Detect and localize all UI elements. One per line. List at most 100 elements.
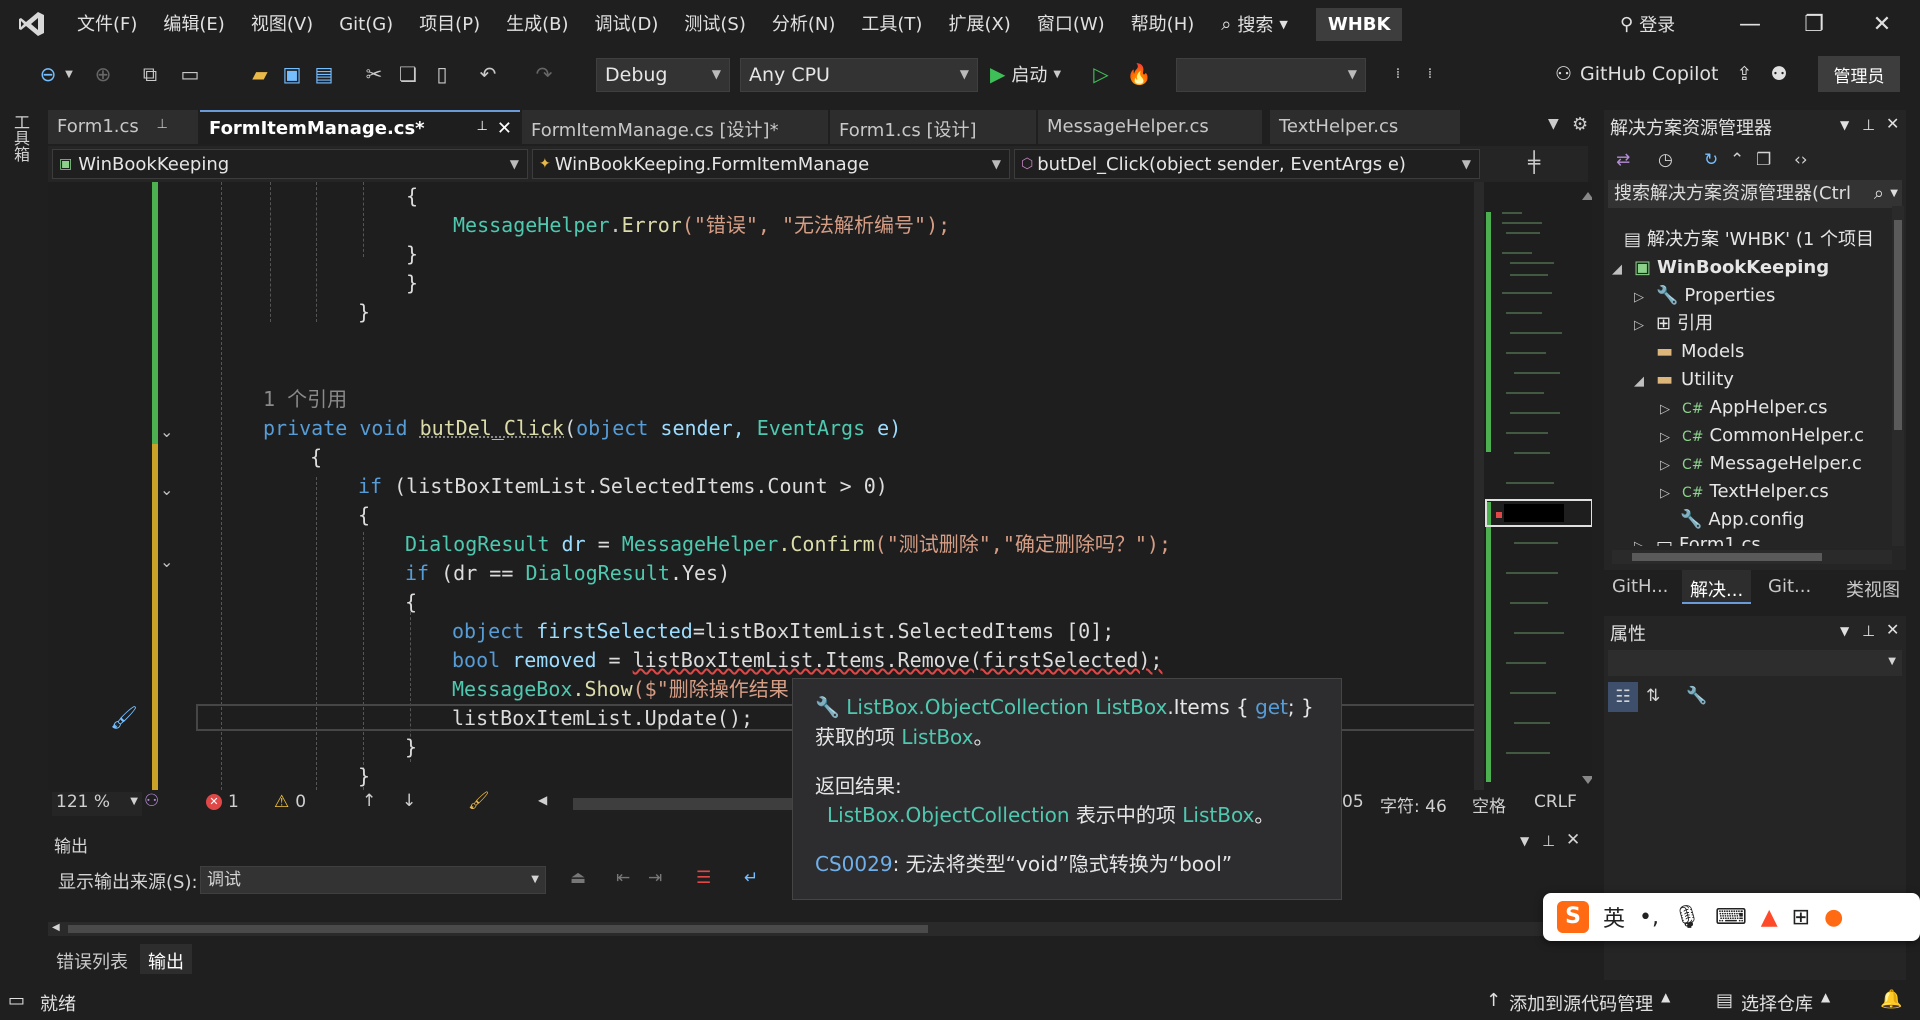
- panel-menu-icon[interactable]: ▼: [1840, 624, 1849, 638]
- back-dropdown-icon[interactable]: ▼: [62, 58, 76, 90]
- prev-message-icon[interactable]: ⇤: [616, 868, 630, 888]
- login-button[interactable]: ⚲ 登录: [1620, 0, 1675, 48]
- close-panel-icon[interactable]: ✕: [1886, 620, 1899, 639]
- categorized-icon[interactable]: ☷: [1608, 682, 1638, 712]
- error-code-link[interactable]: CS0029: [815, 852, 893, 876]
- hot-reload-icon[interactable]: 🔥: [1124, 58, 1154, 90]
- back-icon[interactable]: ⊖: [34, 58, 62, 90]
- output-horizontal-scrollbar[interactable]: ◀: [48, 922, 1592, 936]
- collapse-all-icon[interactable]: ⌃: [1730, 150, 1744, 170]
- copilot-status-icon[interactable]: ⚇: [144, 791, 159, 811]
- close-panel-icon[interactable]: ✕: [1886, 114, 1899, 133]
- tab-texthelper-cs[interactable]: TextHelper.cs: [1270, 110, 1460, 144]
- add-item-icon[interactable]: ▭: [176, 58, 204, 90]
- line-ending-indicator[interactable]: CRLF: [1534, 792, 1577, 812]
- panel-menu-icon[interactable]: ▼: [1520, 834, 1529, 848]
- menu-extensions[interactable]: 扩展(X): [935, 0, 1023, 48]
- tree-item-utility[interactable]: ◢ ▬ Utility: [1634, 366, 1734, 394]
- history-icon[interactable]: ◷: [1658, 150, 1673, 170]
- member-dropdown[interactable]: ⬡ butDel_Click(object sender, EventArgs …: [1014, 149, 1480, 179]
- minimize-button[interactable]: —: [1726, 0, 1774, 48]
- target-select[interactable]: ▼: [1176, 58, 1366, 92]
- pin-icon[interactable]: ⊥: [157, 117, 168, 132]
- toolbox-tab[interactable]: 工具箱: [11, 114, 30, 162]
- word-wrap-icon[interactable]: ↵: [744, 868, 758, 888]
- punctuation-icon[interactable]: •,: [1639, 905, 1659, 930]
- configuration-select[interactable]: Debug ▼: [596, 58, 730, 92]
- add-to-source-control-button[interactable]: ↑ 添加到源代码管理 ▲: [1486, 990, 1670, 1016]
- menu-file[interactable]: 文件(F): [64, 0, 150, 48]
- tab-github-copilot-chat[interactable]: GitH...: [1604, 570, 1676, 604]
- tree-item-project[interactable]: ◢ ▣ WinBookKeeping: [1612, 254, 1829, 282]
- tree-item-commonhelper[interactable]: ▷ C# CommonHelper.c: [1660, 422, 1864, 450]
- open-folder-icon[interactable]: ▰: [246, 58, 274, 90]
- quick-action-brush-icon[interactable]: 🖌: [110, 706, 138, 731]
- menu-git[interactable]: Git(G): [326, 0, 406, 48]
- settings-gear-icon[interactable]: ⚙: [1572, 114, 1588, 135]
- step-into-icon[interactable]: ⁞: [1388, 58, 1408, 90]
- error-count[interactable]: ✕ 1: [206, 792, 239, 812]
- close-window-button[interactable]: ✕: [1858, 0, 1906, 48]
- menu-window[interactable]: 窗口(W): [1024, 0, 1118, 48]
- menu-help[interactable]: 帮助(H): [1118, 0, 1208, 48]
- tab-solution-explorer[interactable]: 解决...: [1682, 570, 1752, 604]
- tab-form1-design[interactable]: Form1.cs [设计]: [830, 110, 1036, 144]
- tab-form1-cs[interactable]: Form1.cs ⊥: [48, 110, 198, 144]
- restore-button[interactable]: ❐: [1790, 0, 1838, 48]
- cut-icon[interactable]: ✂: [360, 58, 388, 90]
- solution-vertical-scrollbar[interactable]: [1892, 206, 1904, 546]
- redo-icon[interactable]: ↷: [530, 58, 558, 90]
- pin-icon[interactable]: ⊥: [1542, 832, 1555, 850]
- properties-object-select[interactable]: ▼: [1608, 650, 1902, 676]
- reference-count-codelens[interactable]: 1 个引用: [263, 385, 347, 414]
- tab-formitemmanage-cs[interactable]: FormItemManage.cs* ⊥ ✕: [200, 110, 520, 144]
- close-panel-icon[interactable]: ✕: [1566, 830, 1580, 850]
- skin-icon[interactable]: ▲: [1761, 905, 1778, 930]
- tab-error-list[interactable]: 错误列表: [56, 948, 128, 974]
- mascot-icon[interactable]: ●: [1824, 905, 1843, 930]
- tree-item-solution[interactable]: ▤ 解决方案 'WHBK' (1 个项目: [1624, 226, 1874, 254]
- fold-chevron-icon[interactable]: ⌄: [160, 480, 173, 499]
- tree-item-texthelper[interactable]: ▷ C# TextHelper.cs: [1660, 478, 1829, 506]
- tree-item-references[interactable]: ▷ ⊞ 引用: [1634, 310, 1713, 338]
- close-tab-icon[interactable]: ✕: [497, 118, 512, 139]
- step-over-icon[interactable]: ⁞: [1420, 58, 1440, 90]
- menu-analyze[interactable]: 分析(N): [759, 0, 849, 48]
- panel-menu-icon[interactable]: ▼: [1840, 118, 1849, 132]
- menu-tools[interactable]: 工具(T): [848, 0, 935, 48]
- menu-test[interactable]: 测试(S): [671, 0, 758, 48]
- warning-count[interactable]: ⚠ 0: [274, 792, 306, 812]
- project-dropdown[interactable]: ▣ WinBookKeeping ▼: [52, 149, 528, 179]
- notifications-bell-icon[interactable]: 🔔: [1880, 989, 1902, 1010]
- menu-edit[interactable]: 编辑(E): [150, 0, 237, 48]
- code-view-icon[interactable]: ‹›: [1794, 150, 1808, 170]
- zoom-select[interactable]: 121 % ▼: [52, 792, 142, 816]
- toolbox-grid-icon[interactable]: ⊞: [1792, 905, 1810, 930]
- fold-chevron-icon[interactable]: ⌄: [160, 422, 173, 441]
- save-all-icon[interactable]: ▤: [310, 58, 338, 90]
- fold-chevron-icon[interactable]: ⌄: [160, 552, 173, 571]
- clear-all-icon[interactable]: ☰: [696, 868, 711, 888]
- start-without-debug-icon[interactable]: ▷: [1088, 58, 1114, 90]
- code-minimap[interactable]: [1484, 182, 1594, 790]
- editor-vertical-scrollbar[interactable]: [1474, 182, 1484, 790]
- tab-messagehelper-cs[interactable]: MessageHelper.cs: [1038, 110, 1262, 144]
- tab-overflow-icon[interactable]: ▼: [1548, 116, 1559, 132]
- arrow-down-icon[interactable]: ↓: [402, 791, 416, 811]
- menu-build[interactable]: 生成(B): [493, 0, 581, 48]
- search-box[interactable]: ⌕ 搜索 ▼: [1207, 0, 1302, 48]
- pin-icon[interactable]: ⊥: [1862, 622, 1875, 640]
- arrow-up-icon[interactable]: ↑: [362, 791, 376, 811]
- output-source-select[interactable]: 调试 ▼: [200, 866, 546, 894]
- undo-icon[interactable]: ↶: [474, 58, 502, 90]
- tree-item-form1[interactable]: ▷▭Form1.cs: [1634, 534, 1761, 546]
- tab-output[interactable]: 输出: [140, 944, 192, 974]
- find-message-icon[interactable]: ⏏: [570, 868, 586, 888]
- start-debug-button[interactable]: ▶ 启动 ▼: [990, 58, 1082, 90]
- select-repository-button[interactable]: ▤ 选择仓库 ▲: [1716, 990, 1830, 1016]
- microphone-icon[interactable]: 🎙: [1673, 905, 1701, 930]
- tree-item-properties[interactable]: ▷ 🔧 Properties: [1634, 282, 1775, 310]
- next-message-icon[interactable]: ⇥: [648, 868, 662, 888]
- menu-project[interactable]: 项目(P): [406, 0, 493, 48]
- tree-item-models[interactable]: ▬ Models: [1656, 338, 1744, 366]
